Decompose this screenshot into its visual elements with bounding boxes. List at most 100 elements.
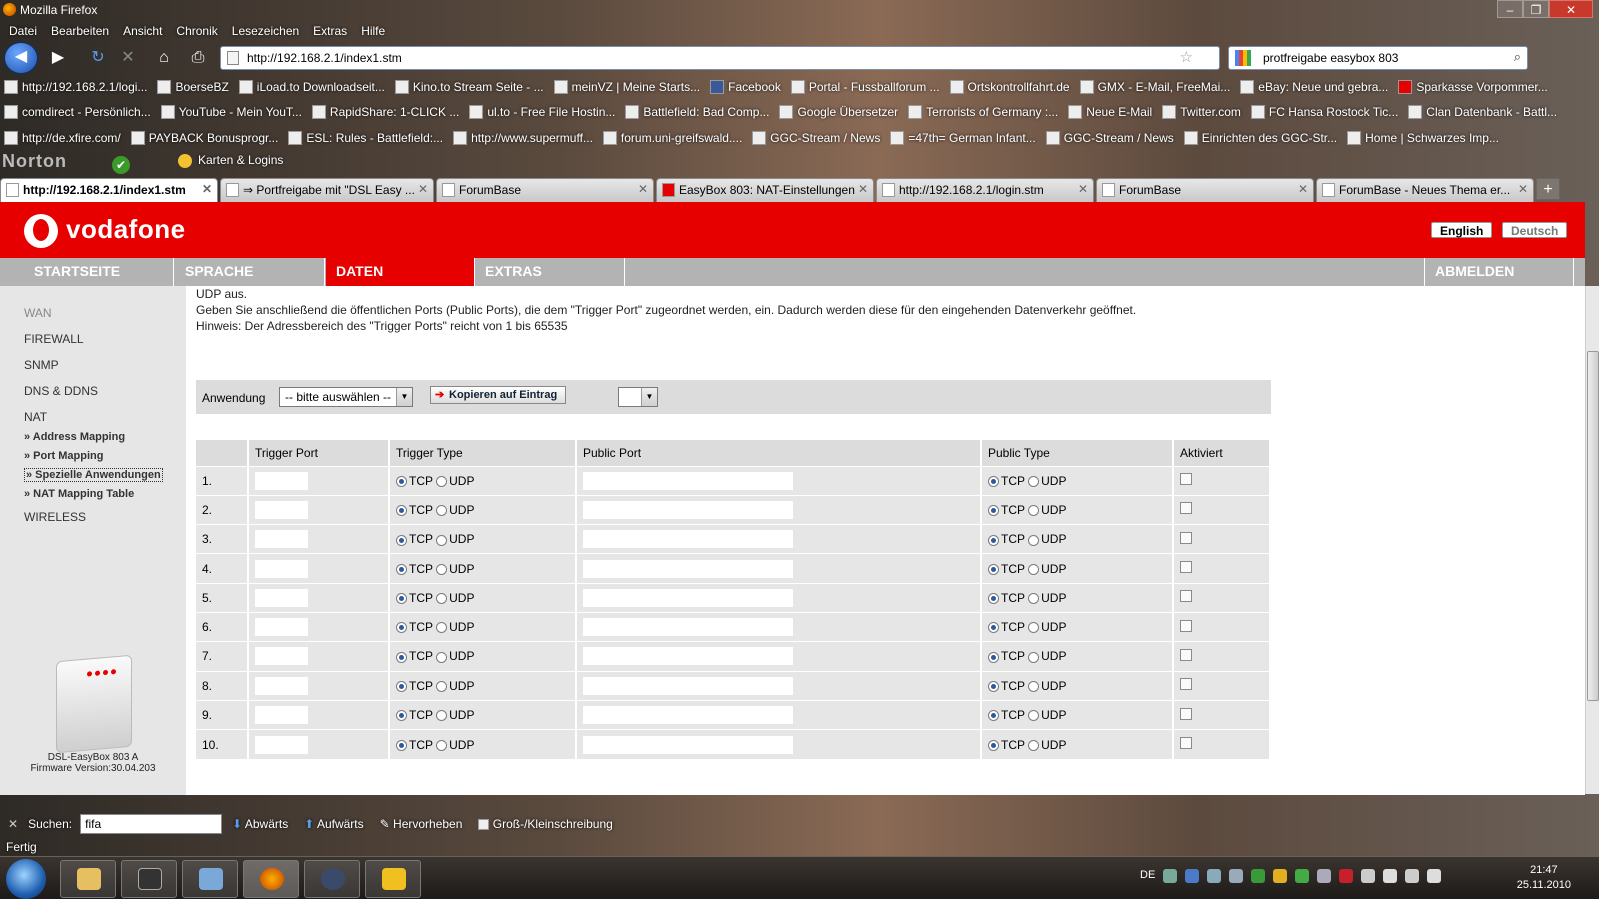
bookmark[interactable]: Einrichten des GGC-Str...: [1180, 131, 1343, 145]
tray-icon[interactable]: [1295, 869, 1310, 883]
aktiviert-checkbox[interactable]: [1180, 473, 1192, 486]
bookmark[interactable]: forum.uni-greifswald....: [599, 131, 748, 145]
bookmark[interactable]: ul.to - Free File Hostin...: [465, 105, 621, 119]
print-icon[interactable]: ⎙: [184, 44, 212, 72]
menu-chronik[interactable]: Chronik: [169, 21, 224, 41]
back-arrow-icon[interactable]: ◀: [4, 42, 38, 74]
taskbar-control-panel[interactable]: [182, 860, 238, 898]
entry-select[interactable]: ▼: [618, 387, 658, 407]
highlight-button[interactable]: ✎ Hervorheben: [380, 817, 463, 831]
clock[interactable]: 21:47 25.11.2010: [1517, 863, 1571, 893]
public-tcp-radio[interactable]: [988, 739, 999, 751]
trigger-tcp-radio[interactable]: [396, 651, 407, 663]
url-input[interactable]: http://192.168.2.1/index1.stm ☆: [220, 46, 1220, 70]
reload-icon[interactable]: ↻: [84, 44, 112, 72]
bookmark[interactable]: http://192.168.2.1/logi...: [0, 80, 153, 94]
menu-bearbeiten[interactable]: Bearbeiten: [44, 21, 116, 41]
menu-lesezeichen[interactable]: Lesezeichen: [225, 21, 306, 41]
public-udp-radio[interactable]: [1028, 622, 1040, 634]
maximize-button[interactable]: ❐: [1523, 0, 1549, 18]
trigger-port-input[interactable]: [255, 706, 308, 725]
tray-icon[interactable]: [1317, 869, 1332, 883]
bookmark[interactable]: Home | Schwarzes Imp...: [1343, 131, 1505, 145]
match-case-checkbox[interactable]: Groß-/Kleinschreibung: [478, 817, 613, 831]
bookmark[interactable]: PAYBACK Bonusprogr...: [127, 131, 285, 145]
bookmark[interactable]: Twitter.com: [1158, 105, 1247, 119]
public-tcp-radio[interactable]: [988, 622, 999, 634]
public-port-input[interactable]: [583, 471, 793, 490]
anwendung-select[interactable]: -- bitte auswählen -- ▼: [279, 387, 413, 407]
public-port-input[interactable]: [583, 559, 793, 578]
public-tcp-radio[interactable]: [988, 534, 999, 546]
bookmark[interactable]: Ortskontrollfahrt.de: [946, 80, 1076, 94]
public-port-input[interactable]: [583, 588, 793, 607]
tray-icon[interactable]: [1251, 869, 1266, 883]
bookmark[interactable]: eBay: Neue und gebra...: [1236, 80, 1394, 94]
bookmark[interactable]: Neue E-Mail: [1064, 105, 1158, 119]
public-tcp-radio[interactable]: [988, 710, 999, 722]
tray-icon[interactable]: [1163, 869, 1178, 883]
deutsch-button[interactable]: Deutsch: [1502, 222, 1568, 238]
stop-icon[interactable]: ✕: [114, 44, 142, 72]
find-input[interactable]: fifa: [80, 814, 223, 834]
bookmark[interactable]: GMX - E-Mail, FreeMai...: [1076, 80, 1237, 94]
close-tab-icon[interactable]: ✕: [858, 182, 868, 196]
trigger-port-input[interactable]: [255, 559, 308, 578]
page-scrollbar[interactable]: [1585, 286, 1599, 794]
nav-extras[interactable]: EXTRAS: [475, 258, 625, 286]
trigger-tcp-radio[interactable]: [396, 710, 407, 722]
norton-check-icon[interactable]: ✔: [112, 156, 130, 174]
volume-icon[interactable]: [1361, 869, 1376, 883]
trigger-tcp-radio[interactable]: [396, 739, 407, 751]
bookmark[interactable]: GGC-Stream / News: [748, 131, 886, 145]
trigger-port-input[interactable]: [255, 735, 308, 754]
aktiviert-checkbox[interactable]: [1180, 502, 1192, 515]
tab-forumbase-2[interactable]: ForumBase ✕: [1096, 178, 1314, 202]
public-udp-radio[interactable]: [1028, 505, 1040, 517]
taskbar-firefox[interactable]: [243, 860, 299, 898]
trigger-udp-radio[interactable]: [436, 593, 448, 605]
taskbar-icq[interactable]: [365, 860, 421, 898]
find-previous-button[interactable]: ⬆ Aufwärts: [304, 817, 363, 831]
trigger-tcp-radio[interactable]: [396, 505, 407, 517]
trigger-udp-radio[interactable]: [436, 739, 448, 751]
bookmark[interactable]: Sparkasse Vorpommer...: [1394, 80, 1553, 94]
public-port-input[interactable]: [583, 735, 793, 754]
bookmark[interactable]: Google Übersetzer: [775, 105, 904, 119]
trigger-port-input[interactable]: [255, 588, 308, 607]
trigger-tcp-radio[interactable]: [396, 681, 407, 693]
public-udp-radio[interactable]: [1028, 475, 1040, 487]
sidebar-subitem-port-mapping[interactable]: » Port Mapping: [24, 450, 103, 462]
tab-easybox-nat[interactable]: EasyBox 803: NAT-Einstellungen ✕: [656, 178, 874, 202]
aktiviert-checkbox[interactable]: [1180, 531, 1192, 544]
public-udp-radio[interactable]: [1028, 739, 1040, 751]
trigger-tcp-radio[interactable]: [396, 475, 407, 487]
trigger-tcp-radio[interactable]: [396, 534, 407, 546]
trigger-port-input[interactable]: [255, 676, 308, 695]
taskbar-teamspeak[interactable]: [304, 860, 360, 898]
aktiviert-checkbox[interactable]: [1180, 590, 1192, 603]
bookmark-star-icon[interactable]: ☆: [1180, 48, 1193, 66]
tray-icon[interactable]: [1273, 869, 1288, 883]
aktiviert-checkbox[interactable]: [1180, 561, 1192, 574]
trigger-tcp-radio[interactable]: [396, 593, 407, 605]
bookmark[interactable]: http://www.supermuff...: [449, 131, 599, 145]
home-icon[interactable]: ⌂: [150, 44, 178, 72]
bookmark[interactable]: http://de.xfire.com/: [0, 131, 127, 145]
tab-login[interactable]: http://192.168.2.1/login.stm ✕: [876, 178, 1094, 202]
menu-extras[interactable]: Extras: [306, 21, 354, 41]
tab-portfreigabe[interactable]: ⇒ Portfreigabe mit "DSL Easy ... ✕: [220, 178, 434, 202]
sidebar-item-snmp[interactable]: SNMP: [24, 358, 59, 372]
trigger-port-input[interactable]: [255, 500, 308, 519]
tab-index1[interactable]: http://192.168.2.1/index1.stm ✕: [0, 178, 218, 204]
public-udp-radio[interactable]: [1028, 593, 1040, 605]
close-tab-icon[interactable]: ✕: [1518, 182, 1528, 196]
aktiviert-checkbox[interactable]: [1180, 737, 1192, 750]
menu-hilfe[interactable]: Hilfe: [354, 21, 392, 41]
trigger-port-input[interactable]: [255, 471, 308, 490]
tray-icon[interactable]: [1207, 869, 1222, 883]
bookmark[interactable]: Portal - Fussballforum ...: [787, 80, 946, 94]
bookmark[interactable]: ESL: Rules - Battlefield:...: [284, 131, 449, 145]
close-button[interactable]: ✕: [1549, 0, 1593, 18]
close-tab-icon[interactable]: ✕: [1298, 182, 1308, 196]
